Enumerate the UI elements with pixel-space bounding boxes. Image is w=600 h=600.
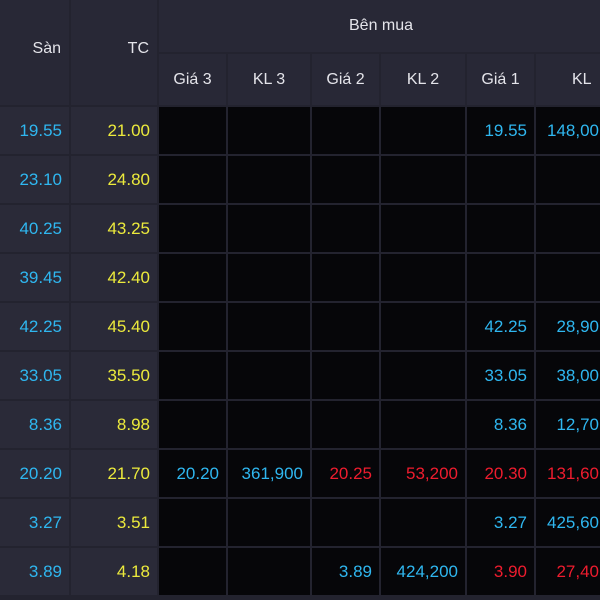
cell-tc[interactable]: 8.98: [71, 401, 157, 448]
cell-kl3[interactable]: [228, 205, 310, 252]
cell-tc[interactable]: 4.18: [71, 548, 157, 595]
cell-kl1[interactable]: 131,60: [536, 450, 600, 497]
cell-gia2[interactable]: [312, 499, 379, 546]
cell-gia1[interactable]: 20.30: [467, 450, 534, 497]
cell-san[interactable]: 33.05: [0, 352, 69, 399]
header-gia-1[interactable]: Giá 1: [467, 54, 534, 105]
header-kl-3[interactable]: KL 3: [228, 54, 310, 105]
cell-san[interactable]: 40.25: [0, 205, 69, 252]
cell-gia1[interactable]: [467, 156, 534, 203]
cell-gia3[interactable]: [159, 205, 226, 252]
cell-gia2[interactable]: [312, 107, 379, 154]
header-gia-3[interactable]: Giá 3: [159, 54, 226, 105]
cell-kl2[interactable]: 53,200: [381, 450, 465, 497]
cell-kl1[interactable]: 27,40: [536, 548, 600, 595]
cell-san[interactable]: 42.25: [0, 303, 69, 350]
header-gia-2[interactable]: Giá 2: [312, 54, 379, 105]
cell-gia2[interactable]: 20.25: [312, 450, 379, 497]
cell-gia2[interactable]: [312, 303, 379, 350]
cell-tc[interactable]: 45.40: [71, 303, 157, 350]
header-tc[interactable]: TC: [71, 0, 157, 105]
cell-tc[interactable]: 35.50: [71, 352, 157, 399]
cell-kl1[interactable]: 12,70: [536, 401, 600, 448]
cell-gia3[interactable]: [159, 254, 226, 301]
cell-gia1[interactable]: 42.25: [467, 303, 534, 350]
cell-kl1[interactable]: 28,90: [536, 303, 600, 350]
cell-kl1[interactable]: [536, 254, 600, 301]
cell-gia3[interactable]: [159, 352, 226, 399]
cell-kl2[interactable]: [381, 156, 465, 203]
cell-kl1[interactable]: 425,60: [536, 499, 600, 546]
header-kl-2[interactable]: KL 2: [381, 54, 465, 105]
cell-kl2[interactable]: [381, 254, 465, 301]
cell-san[interactable]: 8.36: [0, 401, 69, 448]
cell-gia3[interactable]: [159, 107, 226, 154]
cell-gia2[interactable]: [312, 254, 379, 301]
cell-tc[interactable]: 24.80: [71, 156, 157, 203]
cell-kl1[interactable]: 148,00: [536, 107, 600, 154]
price-board: Sàn TC Bên mua Giá 3 KL 3 Giá 2 KL 2 Giá…: [0, 0, 600, 600]
cell-gia2[interactable]: [312, 205, 379, 252]
cell-kl3[interactable]: 361,900: [228, 450, 310, 497]
cell-tc[interactable]: 42.40: [71, 254, 157, 301]
cell-kl3[interactable]: [228, 156, 310, 203]
cell-kl1[interactable]: 38,00: [536, 352, 600, 399]
cell-tc[interactable]: 3.51: [71, 499, 157, 546]
cell-gia1[interactable]: 3.27: [467, 499, 534, 546]
cell-gia3[interactable]: [159, 156, 226, 203]
cell-kl2[interactable]: [381, 205, 465, 252]
cell-gia1[interactable]: 19.55: [467, 107, 534, 154]
cell-kl2[interactable]: [381, 107, 465, 154]
header-ben-mua: Bên mua: [159, 0, 600, 52]
cell-san[interactable]: 39.45: [0, 254, 69, 301]
cell-tc[interactable]: 21.00: [71, 107, 157, 154]
cell-kl3[interactable]: [228, 499, 310, 546]
cell-tc[interactable]: 43.25: [71, 205, 157, 252]
cell-gia1[interactable]: [467, 205, 534, 252]
cell-gia1[interactable]: 3.90: [467, 548, 534, 595]
cell-san[interactable]: 19.55: [0, 107, 69, 154]
cell-kl3[interactable]: [228, 254, 310, 301]
header-kl-1[interactable]: KL: [536, 54, 600, 105]
cell-san[interactable]: 3.27: [0, 499, 69, 546]
cell-kl3[interactable]: [228, 352, 310, 399]
cell-gia1[interactable]: [467, 254, 534, 301]
header-san[interactable]: Sàn: [0, 0, 69, 105]
cell-kl2[interactable]: [381, 303, 465, 350]
cell-kl3[interactable]: [228, 303, 310, 350]
cell-gia2[interactable]: [312, 156, 379, 203]
cell-kl3[interactable]: [228, 548, 310, 595]
cell-gia1[interactable]: 8.36: [467, 401, 534, 448]
cell-kl1[interactable]: [536, 205, 600, 252]
cell-tc[interactable]: 21.70: [71, 450, 157, 497]
cell-gia3[interactable]: [159, 303, 226, 350]
cell-gia3[interactable]: 20.20: [159, 450, 226, 497]
cell-san[interactable]: 3.89: [0, 548, 69, 595]
cell-kl2[interactable]: [381, 352, 465, 399]
cell-gia1[interactable]: 33.05: [467, 352, 534, 399]
cell-gia2[interactable]: [312, 401, 379, 448]
cell-gia2[interactable]: 3.89: [312, 548, 379, 595]
cell-kl2[interactable]: [381, 401, 465, 448]
cell-gia3[interactable]: [159, 401, 226, 448]
cell-gia3[interactable]: [159, 548, 226, 595]
cell-gia2[interactable]: [312, 352, 379, 399]
cell-kl2[interactable]: [381, 499, 465, 546]
cell-kl3[interactable]: [228, 107, 310, 154]
cell-kl1[interactable]: [536, 156, 600, 203]
cell-kl2[interactable]: 424,200: [381, 548, 465, 595]
cell-gia3[interactable]: [159, 499, 226, 546]
cell-san[interactable]: 23.10: [0, 156, 69, 203]
cell-kl3[interactable]: [228, 401, 310, 448]
cell-san[interactable]: 20.20: [0, 450, 69, 497]
